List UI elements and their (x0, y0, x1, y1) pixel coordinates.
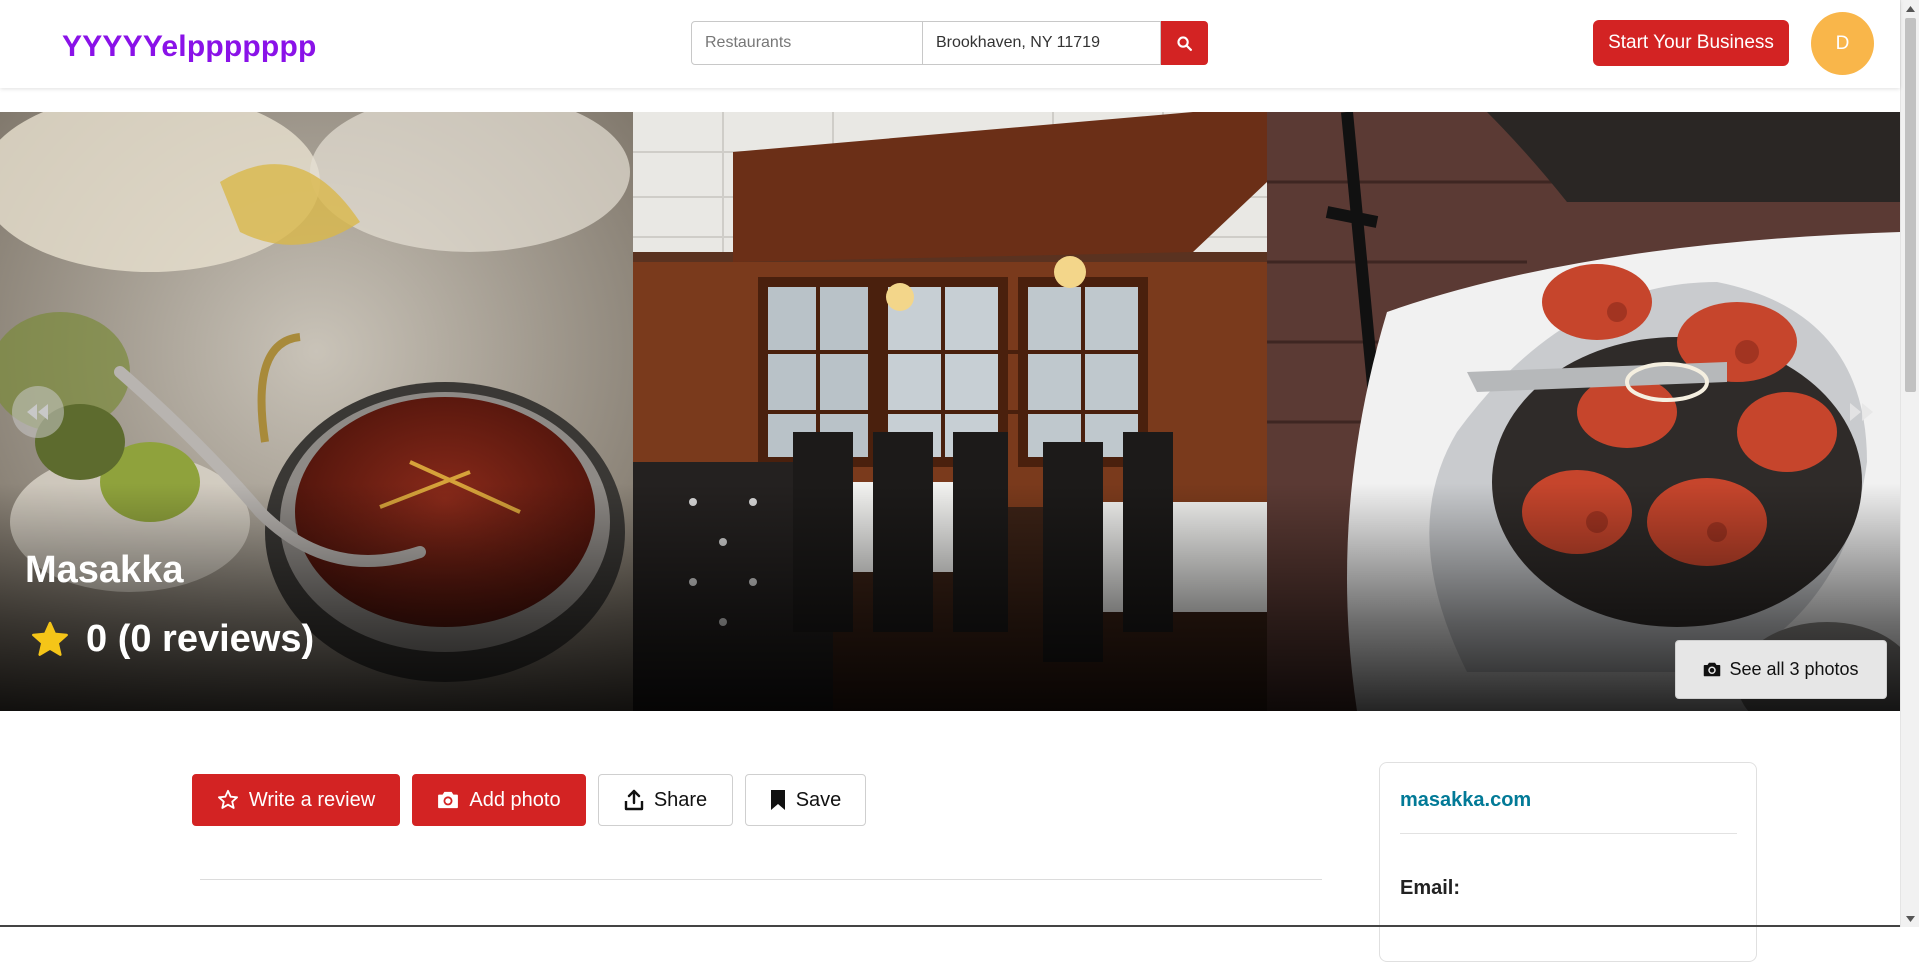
triangle-up-icon (1906, 5, 1915, 12)
scroll-down-arrow[interactable] (1901, 910, 1919, 927)
save-label: Save (795, 788, 842, 811)
share-icon (624, 789, 644, 811)
share-label: Share (653, 788, 708, 811)
section-divider (200, 879, 1322, 880)
camera-icon (1704, 662, 1721, 677)
scrollbar-thumb[interactable] (1905, 18, 1916, 392)
top-header: YYYYYelppppppp Start Your Business D (0, 0, 1900, 88)
carousel-prev-button[interactable] (12, 386, 64, 438)
write-review-button[interactable]: Write a review (192, 774, 400, 826)
search-icon (1177, 35, 1193, 51)
user-avatar[interactable]: D (1811, 12, 1874, 75)
search-find-input[interactable] (691, 21, 923, 65)
start-business-button[interactable]: Start Your Business (1593, 20, 1789, 66)
business-info-card: masakka.com Email: (1379, 762, 1757, 962)
star-outline-icon (217, 789, 238, 809)
star-icon (32, 621, 68, 656)
triangle-down-icon (1906, 915, 1915, 922)
action-bar: Write a review Add photo Share Save (192, 774, 878, 826)
add-photo-button[interactable]: Add photo (412, 774, 586, 826)
write-review-label: Write a review (248, 788, 376, 811)
search-location-input[interactable] (923, 21, 1161, 65)
scroll-up-arrow[interactable] (1901, 0, 1919, 17)
share-button[interactable]: Share (598, 774, 733, 826)
business-name: Masakka (25, 549, 184, 591)
carousel-next-button[interactable] (1836, 386, 1888, 438)
photo-header: Masakka 0 (0 reviews) See all 3 photos (0, 112, 1900, 711)
website-link[interactable]: masakka.com (1400, 789, 1531, 812)
rewind-icon (27, 404, 48, 420)
see-all-photos-label: See all 3 photos (1729, 659, 1859, 679)
email-label: Email: (1400, 877, 1461, 899)
add-photo-label: Add photo (469, 788, 561, 811)
page-scrollbar[interactable] (1900, 0, 1919, 927)
site-logo[interactable]: YYYYYelppppppp (62, 30, 317, 64)
rating-text: 0 (0 reviews) (86, 618, 315, 660)
dining-room-photo[interactable] (633, 112, 1267, 711)
fast-forward-icon (1850, 403, 1873, 421)
card-divider (1400, 833, 1737, 834)
camera-icon (438, 791, 459, 809)
bookmark-icon (770, 790, 785, 810)
save-button[interactable]: Save (745, 774, 866, 826)
tandoori-platter-photo[interactable] (1267, 112, 1900, 711)
see-all-photos-button[interactable]: See all 3 photos (1675, 640, 1887, 699)
rating-summary: 0 (0 reviews) (30, 618, 314, 661)
search-button[interactable] (1161, 21, 1208, 65)
search-bar (691, 21, 1208, 65)
